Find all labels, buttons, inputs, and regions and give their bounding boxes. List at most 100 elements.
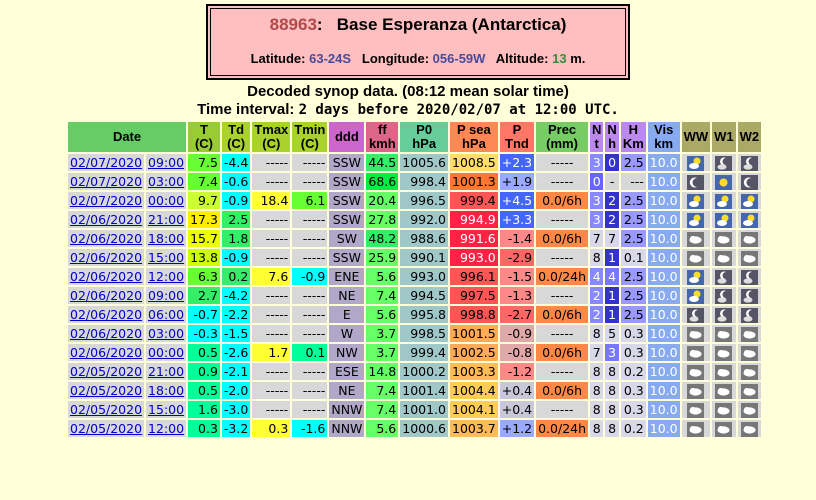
tmax-value: ----- [265,155,289,170]
station-pressure-value: 1005.6 [402,155,446,170]
date-link[interactable]: 02/06/2020 [70,250,142,265]
time-link[interactable]: 15:00 [148,250,184,265]
date-link[interactable]: 02/06/2020 [70,345,142,360]
date-link[interactable]: 02/05/2020 [70,364,142,379]
pressure-tendency: +2.3 [499,154,535,171]
weather-ww-cell [681,230,711,247]
total-cloud: 3 [590,154,604,171]
station-pressure-value: 998.4 [410,174,446,189]
visibility-value: 10.0 [649,364,678,379]
header-nt: Nt [590,122,604,152]
time-link[interactable]: 09:00 [148,155,184,170]
time-link[interactable]: 06:00 [148,307,184,322]
station-coords: Latitude: 63-24S Longitude: 056-59W Alti… [211,51,625,66]
pressure-tendency: +4.5 [499,192,535,209]
tmin-value: ----- [302,288,326,303]
wind-speed-value: 48.2 [368,231,397,246]
time-link[interactable]: 03:00 [148,326,184,341]
date-link[interactable]: 02/05/2020 [70,402,142,417]
wind-speed: 20.4 [366,192,399,209]
dewpoint-value: 2.5 [228,212,249,227]
table-row: 02/06/2020 00:00 0.5 -2.6 1.7 0.1 NW 3.7 999.4 10… [68,344,762,361]
wind-speed: 27.8 [366,211,399,228]
cloud-height: 2.5 [620,230,646,247]
time-link[interactable]: 18:00 [148,383,184,398]
wind-direction-value: NNW [331,421,363,436]
date-link[interactable]: 02/07/2020 [70,193,142,208]
header-ptnd: P Tnd [499,122,535,152]
wind-direction: NNW [329,420,365,437]
header-unit: (C) [194,136,214,151]
tmin: ----- [292,211,328,228]
weather-w2-cell [737,230,762,247]
station-pressure: 996.5 [400,192,448,209]
date-link[interactable]: 02/06/2020 [70,326,142,341]
dewpoint: 0.2 [221,268,251,285]
total-cloud-value: 3 [592,155,601,170]
wind-speed: 14.8 [366,363,399,380]
time-link[interactable]: 21:00 [148,364,184,379]
dewpoint-value: -0.9 [223,193,249,208]
dewpoint-value: -2.2 [223,307,249,322]
header-label: N [592,122,602,137]
date-link[interactable]: 02/07/2020 [70,155,142,170]
cloud-height: 0.3 [620,325,646,342]
low-cloud-value: 0 [608,155,617,170]
temperature-value: 0.5 [198,383,218,398]
sea-pressure-value: 997.5 [459,288,496,303]
moon-cloud-icon [715,289,733,304]
time-interval-value: 2 days before 2020/02/07 at 12:00 UTC. [298,102,619,118]
time-link[interactable]: 09:00 [148,288,184,303]
header-psea: P sea hPa [450,122,498,152]
date-link[interactable]: 02/06/2020 [70,269,142,284]
visibility: 10.0 [647,268,680,285]
weather-w1-cell [712,249,736,266]
station-pressure-value: 999.4 [410,345,446,360]
total-cloud: 3 [590,211,604,228]
time-link[interactable]: 12:00 [148,421,184,436]
total-cloud-value: 2 [592,307,601,322]
time-link[interactable]: 21:00 [148,212,184,227]
time-link[interactable]: 18:00 [148,231,184,246]
tmin-value: ----- [302,174,326,189]
date-link[interactable]: 02/06/2020 [70,212,142,227]
cloud-icon [687,251,705,266]
cloud-height: 0.2 [620,363,646,380]
date-link[interactable]: 02/06/2020 [70,307,142,322]
date-link[interactable]: 02/05/2020 [70,383,142,398]
visibility-value: 10.0 [649,421,678,436]
time-link[interactable]: 03:00 [148,174,184,189]
sea-pressure-value: 1002.5 [452,345,496,360]
header-unit: km [654,136,674,151]
tmin-value: ----- [302,326,326,341]
low-cloud: - [605,173,619,190]
time-interval-heading: Time interval: 2 days before 2020/02/07 … [0,101,816,118]
table-row: 02/06/2020 03:00 -0.3 -1.5 ----- ----- W 3.7 998… [68,325,762,342]
tmax: 0.3 [252,420,291,437]
pressure-tendency: +0.4 [499,382,535,399]
cloud-icon [687,384,705,399]
station-pressure: 998.5 [400,325,448,342]
cloud-icon [740,327,758,342]
cloud-icon [687,365,705,380]
pressure-tendency-value: -1.2 [507,364,533,379]
cloud-height: 0.3 [620,401,646,418]
time-cell: 03:00 [146,325,187,342]
table-header-row: Date T (C) Td (C) Tmax (C) Tmin (C) ddd ff kmh P0 hPa… [68,122,762,152]
tmin-value: ----- [302,231,326,246]
precipitation: 0.0/6h [536,230,589,247]
time-link[interactable]: 12:00 [148,269,184,284]
sea-pressure-value: 999.4 [459,193,496,208]
time-link[interactable]: 00:00 [148,193,184,208]
date-link[interactable]: 02/06/2020 [70,231,142,246]
date-link[interactable]: 02/05/2020 [70,421,142,436]
tmax: ----- [252,211,291,228]
time-link[interactable]: 15:00 [148,402,184,417]
longitude-label: Longitude: [361,51,430,66]
date-link[interactable]: 02/07/2020 [70,174,142,189]
weather-w1-cell [712,154,736,171]
date-link[interactable]: 02/06/2020 [70,288,142,303]
low-cloud-value: 4 [608,269,617,284]
time-link[interactable]: 00:00 [148,345,184,360]
total-cloud-value: 8 [592,421,601,436]
